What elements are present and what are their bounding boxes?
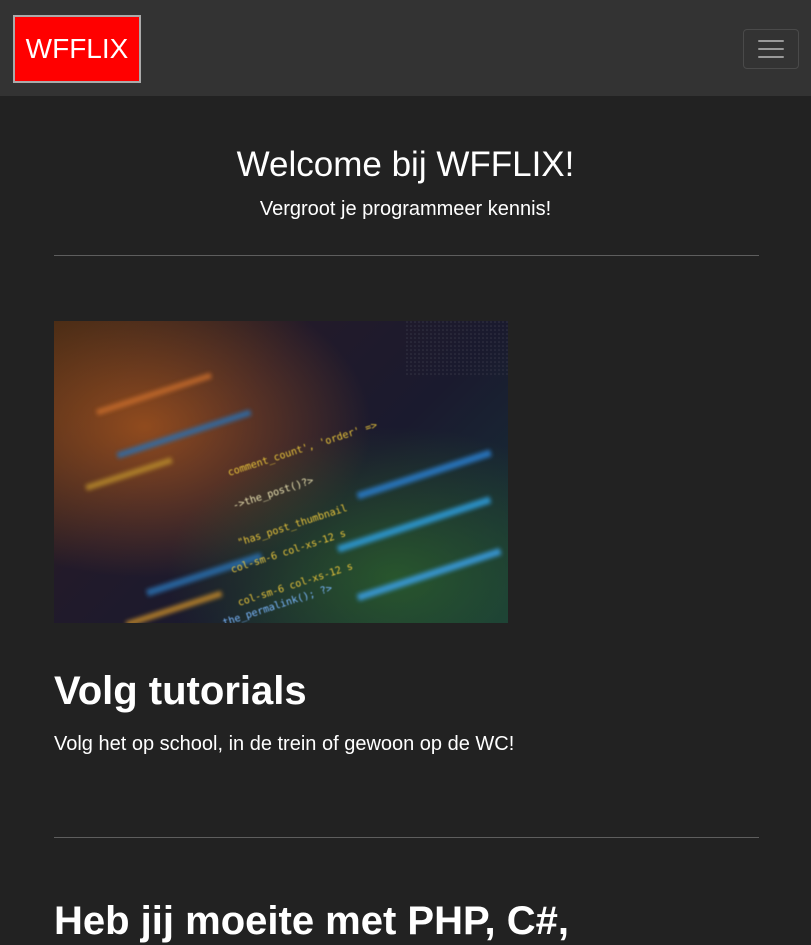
- section-divider: [54, 255, 759, 256]
- brand-logo[interactable]: WFFLIX: [13, 15, 141, 83]
- navbar: WFFLIX: [0, 0, 811, 96]
- brand-logo-text: WFFLIX: [25, 33, 129, 64]
- code-screen-image: comment_count', 'order' => ->the_post()?…: [54, 321, 508, 623]
- hero-subtitle: Vergroot je programmeer kennis!: [259, 198, 552, 220]
- navbar-toggler-button[interactable]: [743, 29, 799, 69]
- hamburger-menu-icon: [758, 40, 784, 42]
- feature-text: Volg het op school, in de trein of gewoo…: [54, 733, 515, 755]
- hamburger-menu-icon-bar: [758, 48, 784, 50]
- hamburger-menu-icon-bar: [758, 56, 784, 58]
- next-section-title: Heb jij moeite met PHP, C#,: [54, 899, 569, 943]
- section-divider: [54, 837, 759, 838]
- feature-title: Volg tutorials: [54, 669, 307, 713]
- hero-title: Welcome bij WFFLIX!: [236, 145, 575, 184]
